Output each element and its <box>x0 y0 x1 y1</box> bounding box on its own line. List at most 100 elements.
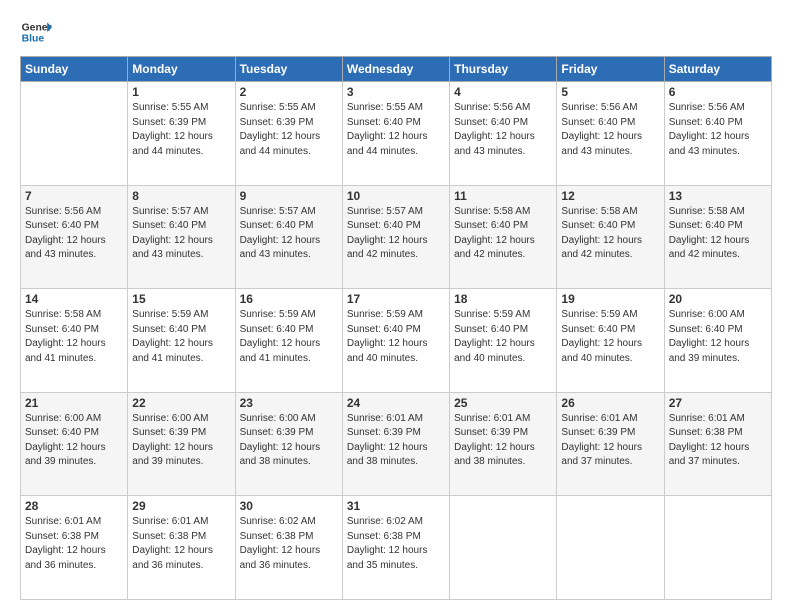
calendar-cell: 17 Sunrise: 5:59 AMSunset: 6:40 PMDaylig… <box>342 289 449 393</box>
cell-info: Sunrise: 6:01 AMSunset: 6:38 PMDaylight:… <box>132 515 230 573</box>
header-day-saturday: Saturday <box>664 57 771 82</box>
cell-day-number: 24 <box>347 396 445 410</box>
calendar-cell: 6 Sunrise: 5:56 AMSunset: 6:40 PMDayligh… <box>664 82 771 186</box>
cell-day-number: 28 <box>25 499 123 513</box>
calendar-cell: 5 Sunrise: 5:56 AMSunset: 6:40 PMDayligh… <box>557 82 664 186</box>
cell-info: Sunrise: 6:02 AMSunset: 6:38 PMDaylight:… <box>347 515 445 573</box>
cell-day-number: 29 <box>132 499 230 513</box>
cell-info: Sunrise: 5:57 AMSunset: 6:40 PMDaylight:… <box>132 205 230 263</box>
cell-info: Sunrise: 5:56 AMSunset: 6:40 PMDaylight:… <box>669 101 767 159</box>
cell-day-number: 7 <box>25 189 123 203</box>
cell-info: Sunrise: 6:01 AMSunset: 6:38 PMDaylight:… <box>25 515 123 573</box>
cell-day-number: 9 <box>240 189 338 203</box>
cell-day-number: 5 <box>561 85 659 99</box>
cell-info: Sunrise: 5:58 AMSunset: 6:40 PMDaylight:… <box>25 308 123 366</box>
calendar-cell: 1 Sunrise: 5:55 AMSunset: 6:39 PMDayligh… <box>128 82 235 186</box>
cell-day-number: 6 <box>669 85 767 99</box>
cell-day-number: 20 <box>669 292 767 306</box>
calendar-cell: 23 Sunrise: 6:00 AMSunset: 6:39 PMDaylig… <box>235 392 342 496</box>
header: General Blue <box>20 16 772 48</box>
cell-info: Sunrise: 6:00 AMSunset: 6:39 PMDaylight:… <box>132 412 230 470</box>
cell-day-number: 25 <box>454 396 552 410</box>
calendar-cell: 15 Sunrise: 5:59 AMSunset: 6:40 PMDaylig… <box>128 289 235 393</box>
calendar-table: SundayMondayTuesdayWednesdayThursdayFrid… <box>20 56 772 600</box>
calendar-cell <box>450 496 557 600</box>
cell-info: Sunrise: 6:00 AMSunset: 6:39 PMDaylight:… <box>240 412 338 470</box>
calendar-cell: 30 Sunrise: 6:02 AMSunset: 6:38 PMDaylig… <box>235 496 342 600</box>
cell-info: Sunrise: 5:56 AMSunset: 6:40 PMDaylight:… <box>454 101 552 159</box>
calendar-cell: 28 Sunrise: 6:01 AMSunset: 6:38 PMDaylig… <box>21 496 128 600</box>
header-day-monday: Monday <box>128 57 235 82</box>
calendar-cell: 10 Sunrise: 5:57 AMSunset: 6:40 PMDaylig… <box>342 185 449 289</box>
calendar-cell: 9 Sunrise: 5:57 AMSunset: 6:40 PMDayligh… <box>235 185 342 289</box>
cell-info: Sunrise: 5:55 AMSunset: 6:39 PMDaylight:… <box>240 101 338 159</box>
cell-day-number: 21 <box>25 396 123 410</box>
calendar-cell: 4 Sunrise: 5:56 AMSunset: 6:40 PMDayligh… <box>450 82 557 186</box>
cell-day-number: 14 <box>25 292 123 306</box>
svg-text:Blue: Blue <box>22 34 45 45</box>
cell-info: Sunrise: 5:56 AMSunset: 6:40 PMDaylight:… <box>25 205 123 263</box>
cell-info: Sunrise: 5:58 AMSunset: 6:40 PMDaylight:… <box>561 205 659 263</box>
cell-day-number: 31 <box>347 499 445 513</box>
cell-info: Sunrise: 6:01 AMSunset: 6:38 PMDaylight:… <box>669 412 767 470</box>
cell-day-number: 17 <box>347 292 445 306</box>
cell-day-number: 13 <box>669 189 767 203</box>
calendar-cell: 22 Sunrise: 6:00 AMSunset: 6:39 PMDaylig… <box>128 392 235 496</box>
cell-day-number: 10 <box>347 189 445 203</box>
cell-day-number: 30 <box>240 499 338 513</box>
cell-info: Sunrise: 5:59 AMSunset: 6:40 PMDaylight:… <box>132 308 230 366</box>
cell-day-number: 19 <box>561 292 659 306</box>
cell-day-number: 2 <box>240 85 338 99</box>
calendar-cell: 2 Sunrise: 5:55 AMSunset: 6:39 PMDayligh… <box>235 82 342 186</box>
cell-day-number: 16 <box>240 292 338 306</box>
header-day-sunday: Sunday <box>21 57 128 82</box>
calendar-cell: 31 Sunrise: 6:02 AMSunset: 6:38 PMDaylig… <box>342 496 449 600</box>
cell-day-number: 23 <box>240 396 338 410</box>
cell-info: Sunrise: 6:00 AMSunset: 6:40 PMDaylight:… <box>669 308 767 366</box>
page: General Blue SundayMondayTuesdayWednesda… <box>0 0 792 612</box>
cell-info: Sunrise: 5:55 AMSunset: 6:39 PMDaylight:… <box>132 101 230 159</box>
header-day-thursday: Thursday <box>450 57 557 82</box>
cell-day-number: 22 <box>132 396 230 410</box>
cell-info: Sunrise: 5:59 AMSunset: 6:40 PMDaylight:… <box>454 308 552 366</box>
calendar-cell: 20 Sunrise: 6:00 AMSunset: 6:40 PMDaylig… <box>664 289 771 393</box>
calendar-cell: 18 Sunrise: 5:59 AMSunset: 6:40 PMDaylig… <box>450 289 557 393</box>
cell-day-number: 27 <box>669 396 767 410</box>
cell-info: Sunrise: 5:56 AMSunset: 6:40 PMDaylight:… <box>561 101 659 159</box>
calendar-header-row: SundayMondayTuesdayWednesdayThursdayFrid… <box>21 57 772 82</box>
cell-info: Sunrise: 6:00 AMSunset: 6:40 PMDaylight:… <box>25 412 123 470</box>
calendar-week-2: 7 Sunrise: 5:56 AMSunset: 6:40 PMDayligh… <box>21 185 772 289</box>
calendar-cell: 11 Sunrise: 5:58 AMSunset: 6:40 PMDaylig… <box>450 185 557 289</box>
calendar-week-4: 21 Sunrise: 6:00 AMSunset: 6:40 PMDaylig… <box>21 392 772 496</box>
header-day-friday: Friday <box>557 57 664 82</box>
cell-day-number: 1 <box>132 85 230 99</box>
cell-day-number: 15 <box>132 292 230 306</box>
cell-day-number: 18 <box>454 292 552 306</box>
logo-icon: General Blue <box>20 16 52 48</box>
cell-day-number: 11 <box>454 189 552 203</box>
cell-day-number: 3 <box>347 85 445 99</box>
calendar-cell <box>664 496 771 600</box>
cell-info: Sunrise: 5:58 AMSunset: 6:40 PMDaylight:… <box>669 205 767 263</box>
calendar-cell: 24 Sunrise: 6:01 AMSunset: 6:39 PMDaylig… <box>342 392 449 496</box>
calendar-week-5: 28 Sunrise: 6:01 AMSunset: 6:38 PMDaylig… <box>21 496 772 600</box>
header-day-tuesday: Tuesday <box>235 57 342 82</box>
cell-day-number: 26 <box>561 396 659 410</box>
calendar-cell: 8 Sunrise: 5:57 AMSunset: 6:40 PMDayligh… <box>128 185 235 289</box>
calendar-cell: 3 Sunrise: 5:55 AMSunset: 6:40 PMDayligh… <box>342 82 449 186</box>
cell-day-number: 12 <box>561 189 659 203</box>
cell-info: Sunrise: 6:01 AMSunset: 6:39 PMDaylight:… <box>347 412 445 470</box>
cell-info: Sunrise: 6:01 AMSunset: 6:39 PMDaylight:… <box>561 412 659 470</box>
calendar-cell: 14 Sunrise: 5:58 AMSunset: 6:40 PMDaylig… <box>21 289 128 393</box>
cell-info: Sunrise: 6:01 AMSunset: 6:39 PMDaylight:… <box>454 412 552 470</box>
cell-info: Sunrise: 5:59 AMSunset: 6:40 PMDaylight:… <box>240 308 338 366</box>
calendar-week-1: 1 Sunrise: 5:55 AMSunset: 6:39 PMDayligh… <box>21 82 772 186</box>
cell-info: Sunrise: 5:59 AMSunset: 6:40 PMDaylight:… <box>561 308 659 366</box>
calendar-cell: 13 Sunrise: 5:58 AMSunset: 6:40 PMDaylig… <box>664 185 771 289</box>
cell-info: Sunrise: 5:57 AMSunset: 6:40 PMDaylight:… <box>347 205 445 263</box>
calendar-cell: 25 Sunrise: 6:01 AMSunset: 6:39 PMDaylig… <box>450 392 557 496</box>
calendar-cell <box>21 82 128 186</box>
calendar-cell: 7 Sunrise: 5:56 AMSunset: 6:40 PMDayligh… <box>21 185 128 289</box>
calendar-week-3: 14 Sunrise: 5:58 AMSunset: 6:40 PMDaylig… <box>21 289 772 393</box>
header-day-wednesday: Wednesday <box>342 57 449 82</box>
